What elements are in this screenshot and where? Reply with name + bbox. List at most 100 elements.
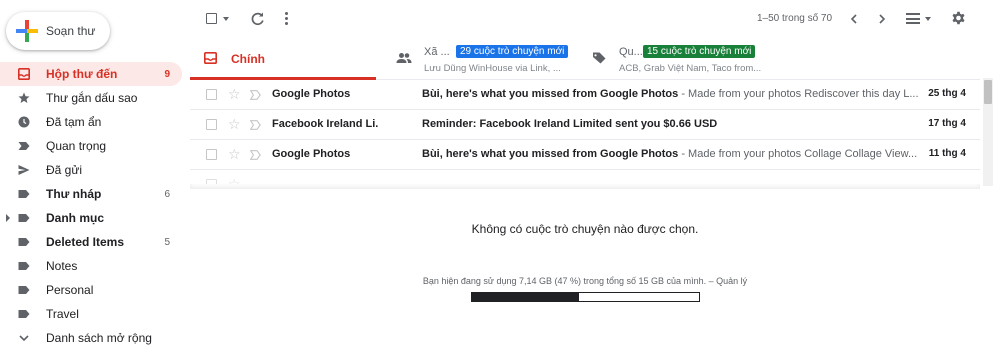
clock-icon	[18, 116, 30, 128]
more-options-icon[interactable]	[283, 11, 289, 26]
chevron-down-icon	[18, 332, 30, 344]
row-checkbox[interactable]	[206, 149, 217, 160]
category-tabs: Chính Xã ... 29 cuộc trò chuyện mới Lưu …	[190, 38, 980, 80]
important-marker-icon[interactable]	[249, 89, 261, 100]
sidebar-nav: Hộp thư đến 9 Thư gắn dấu sao Đã tạm ẩn …	[0, 62, 182, 348]
label-icon	[18, 236, 30, 248]
important-marker-icon[interactable]	[249, 119, 261, 130]
subject-text: Reminder: Facebook Ireland Limited sent …	[422, 118, 718, 130]
sidebar-item-label: Đã tạm ẩn	[46, 115, 102, 129]
sidebar: Soạn thư Hộp thư đến 9 Thư gắn dấu sao Đ…	[0, 0, 190, 348]
tab-label: Xã ...	[424, 46, 450, 58]
compose-button[interactable]: Soạn thư	[6, 12, 110, 50]
tab-social[interactable]: Xã ... 29 cuộc trò chuyện mới Lưu Dũng W…	[390, 38, 578, 80]
email-row[interactable]: ☆ Google Photos Bùi, here's what you mis…	[190, 80, 980, 110]
star-icon[interactable]: ☆	[228, 176, 241, 184]
email-date: 17 thg 4	[928, 118, 966, 129]
email-sender: Google Photos	[272, 88, 351, 100]
tab-promotions[interactable]: Qu... 15 cuộc trò chuyện mới ACB, Grab V…	[585, 38, 785, 80]
sidebar-item-label: Danh sách mở rộng	[46, 331, 152, 345]
storage-separator: –	[706, 276, 717, 286]
plus-icon	[16, 20, 38, 42]
chevron-right-icon[interactable]	[875, 12, 889, 26]
sidebar-item-label: Thư nháp	[46, 187, 102, 201]
chevron-left-icon[interactable]	[847, 12, 861, 26]
label-icon	[18, 212, 30, 224]
sidebar-item-personal[interactable]: Personal	[0, 278, 182, 302]
row-checkbox[interactable]	[206, 89, 217, 100]
important-icon	[18, 140, 30, 152]
sidebar-item-label: Deleted Items	[46, 235, 125, 249]
draft-icon	[18, 188, 30, 200]
sidebar-item-sent[interactable]: Đã gửi	[0, 158, 182, 182]
tag-icon	[591, 52, 607, 64]
label-icon	[18, 308, 30, 320]
important-marker-icon[interactable]	[249, 149, 261, 160]
email-date: 11 thg 4	[928, 148, 966, 159]
sidebar-item-label: Personal	[46, 283, 94, 297]
new-conversations-badge: 29 cuộc trò chuyện mới	[456, 45, 569, 58]
sidebar-item-label: Danh mục	[46, 211, 105, 225]
sidebar-item-deleted-items[interactable]: Deleted Items 5	[0, 230, 182, 254]
sidebar-item-notes[interactable]: Notes	[0, 254, 182, 278]
expand-caret-icon[interactable]	[6, 214, 10, 222]
compose-label: Soạn thư	[46, 24, 96, 38]
pane-divider[interactable]	[190, 184, 980, 189]
sidebar-item-label: Đã gửi	[46, 163, 83, 177]
sidebar-item-important[interactable]: Quan trọng	[0, 134, 182, 158]
label-icon	[18, 260, 30, 272]
email-subject: Bùi, here's what you missed from Google …	[422, 88, 922, 100]
subject-text: Bùi, here's what you missed from Google …	[422, 148, 679, 160]
split-pane-dropdown-icon[interactable]	[925, 17, 931, 21]
storage-usage-fill	[472, 293, 579, 301]
refresh-icon[interactable]	[250, 11, 265, 26]
tab-senders: Lưu Dũng WinHouse via Link, ...	[424, 63, 561, 74]
star-icon[interactable]: ☆	[228, 86, 241, 102]
sidebar-item-label: Thư gắn dấu sao	[46, 91, 138, 105]
draft-count: 6	[164, 188, 170, 200]
sidebar-item-label: Notes	[46, 259, 78, 273]
sidebar-item-label: Quan trọng	[46, 139, 107, 153]
toolbar: 1–50 trong số 70	[190, 0, 980, 38]
email-list: ☆ Google Photos Bùi, here's what you mis…	[190, 80, 980, 184]
scrollbar-thumb[interactable]	[984, 80, 992, 104]
sidebar-item-label: Travel	[46, 307, 79, 321]
sidebar-item-starred[interactable]: Thư gắn dấu sao	[0, 86, 182, 110]
new-conversations-badge: 15 cuộc trò chuyện mới	[643, 45, 756, 58]
gear-icon[interactable]	[951, 11, 966, 26]
snippet-text: - Made from your photos Rediscover this …	[678, 88, 919, 100]
sidebar-item-travel[interactable]: Travel	[0, 302, 182, 326]
no-conversation-message: Không có cuộc trò chuyện nào được chọn.	[471, 222, 699, 236]
tab-senders: ACB, Grab Việt Nam, Taco from...	[619, 63, 762, 74]
unread-count: 9	[164, 68, 170, 80]
sidebar-item-snoozed[interactable]: Đã tạm ẩn	[0, 110, 182, 134]
split-pane-toggle-icon[interactable]	[906, 13, 920, 24]
inbox-icon	[204, 52, 217, 64]
select-all-checkbox[interactable]	[206, 13, 217, 24]
email-sender: Google Photos	[272, 148, 351, 160]
sidebar-item-categories[interactable]: Danh mục	[0, 206, 182, 230]
sidebar-item-more[interactable]: Danh sách mở rộng	[0, 326, 182, 348]
star-icon[interactable]: ☆	[228, 146, 241, 162]
inbox-icon	[18, 68, 30, 80]
tab-primary[interactable]: Chính	[190, 38, 376, 80]
sidebar-item-drafts[interactable]: Thư nháp 6	[0, 182, 182, 206]
row-checkbox[interactable]	[206, 119, 217, 130]
sidebar-item-label: Hộp thư đến	[46, 67, 118, 81]
pagination-text: 1–50 trong số 70	[757, 13, 833, 24]
select-dropdown-icon[interactable]	[223, 17, 229, 21]
storage-info: Bạn hiện đang sử dụng 7,14 GB (47 %) tro…	[190, 276, 980, 286]
email-sender: Facebook Ireland Li.	[272, 118, 379, 130]
email-row[interactable]: ☆ Facebook Ireland Li. Reminder: Faceboo…	[190, 110, 980, 140]
label-icon	[18, 284, 30, 296]
email-subject: Reminder: Facebook Ireland Limited sent …	[422, 118, 922, 130]
deleted-count: 5	[164, 236, 170, 248]
email-row-partial[interactable]: ☆	[190, 170, 980, 184]
send-icon	[18, 164, 30, 176]
manage-storage-link[interactable]: Quản lý	[716, 276, 747, 286]
email-row[interactable]: ☆ Google Photos Bùi, here's what you mis…	[190, 140, 980, 170]
storage-text: Bạn hiện đang sử dụng 7,14 GB (47 %) tro…	[422, 276, 707, 286]
sidebar-item-inbox[interactable]: Hộp thư đến 9	[0, 62, 182, 86]
snippet-text: - Made from your photos Collage Collage …	[678, 148, 918, 160]
star-icon[interactable]: ☆	[228, 116, 241, 132]
